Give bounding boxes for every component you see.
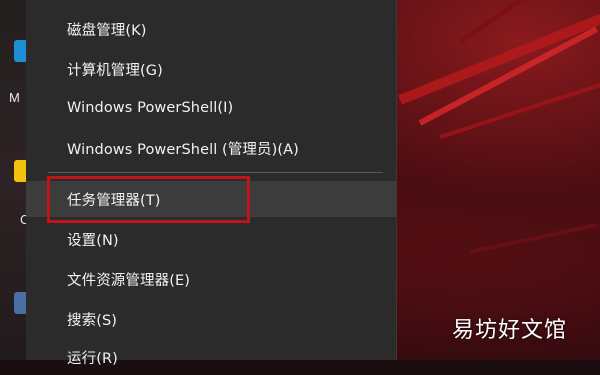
menu-item-label: 运行(R) [67,350,118,367]
menu-item-search[interactable]: 搜索(S) [26,301,396,337]
menu-item-label: 设置(N) [67,232,119,249]
wallpaper-streak [398,9,600,105]
menu-item-settings[interactable]: 设置(N) [26,221,396,257]
menu-item-label: 搜索(S) [67,312,118,329]
menu-item-computer-management[interactable]: 计算机管理(G) [26,51,396,87]
desktop-icon-strip: M C [0,0,29,360]
menu-item-label: 文件资源管理器(E) [67,272,190,289]
menu-item-powershell[interactable]: Windows PowerShell(I) [26,90,396,126]
desktop-icon-label: M [9,90,20,105]
menu-item-disk-management[interactable]: 磁盘管理(K) [26,11,396,47]
wallpaper-streak [439,82,600,139]
menu-item-label: 磁盘管理(K) [67,22,147,39]
menu-item-label: Windows PowerShell(I) [67,100,234,116]
annotation-highlight-box [47,176,250,223]
wallpaper-streak [469,223,598,254]
menu-item-run[interactable]: 运行(R) [26,339,396,375]
menu-item-file-explorer[interactable]: 文件资源管理器(E) [26,261,396,297]
watermark-text: 易坊好文馆 [452,318,568,343]
winx-context-menu: 磁盘管理(K) 计算机管理(G) Windows PowerShell(I) W… [26,0,397,367]
menu-separator [48,172,383,173]
menu-item-label: 计算机管理(G) [67,62,163,79]
menu-item-label: Windows PowerShell (管理员)(A) [67,141,299,158]
menu-item-powershell-admin[interactable]: Windows PowerShell (管理员)(A) [26,130,396,166]
